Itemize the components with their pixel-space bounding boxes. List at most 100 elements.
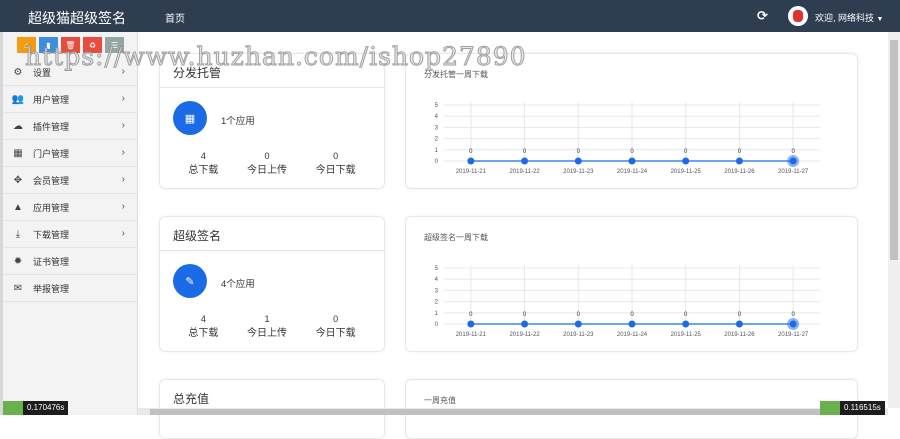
summary-card: 分发托管 ▦ 1个应用 4 总下载 0 今日上传 0 今日下载 [159, 53, 385, 189]
stat-value: 0 [333, 151, 339, 161]
sidebar-item[interactable]: ☁ 插件管理 › [3, 113, 137, 140]
x-tick-label: 2019-11-24 [617, 169, 648, 175]
data-point [628, 157, 636, 165]
x-tick-label: 2019-11-26 [724, 332, 755, 338]
stat: 4 总下载 [188, 314, 218, 339]
line-chart: 0 1 2 3 4 5 2019-11-21 2019-11-22 2019-11-23 2019… [435, 102, 820, 175]
sidebar-item[interactable]: ▦ 门户管理 › [3, 140, 137, 167]
stat-label: 今日下载 [315, 328, 356, 339]
sidebar-item[interactable]: ⤓ 下载管理 › [3, 221, 137, 248]
user-menu[interactable]: 欢迎, 网络科技 ▼ [815, 11, 883, 24]
data-point [467, 320, 475, 328]
vertical-scrollbar-thumb[interactable] [890, 40, 898, 260]
horizontal-scrollbar-thumb[interactable] [150, 409, 865, 415]
x-tick-label: 2019-11-22 [509, 169, 540, 175]
stats-row: 4 总下载 0 今日上传 0 今日下载 [160, 151, 384, 176]
stat-label: 今日上传 [246, 328, 287, 339]
card-title: 超级签名 [160, 217, 384, 251]
caret-down-icon: ▼ [876, 16, 884, 23]
timer-text: 0.170476s [23, 401, 69, 415]
leaf-logo-icon [820, 401, 840, 415]
sidebar-item[interactable]: ⚙ 设置 › [3, 59, 137, 86]
stat-value: 4 [200, 314, 206, 324]
y-tick-label: 5 [435, 103, 439, 109]
y-tick-label: 2 [435, 137, 439, 143]
sidebar-menu: ⚙ 设置 › 👥 用户管理 › ☁ 插件管理 › ▦ 门户管理 › ✥ 会员管理 › ▲ 应用管理 › ⤓ 下载管理 ›… [3, 59, 137, 302]
data-point [789, 157, 797, 165]
timer-badge-right: 0.116515s [820, 401, 885, 415]
stat: 0 今日下载 [316, 314, 356, 339]
chevron-right-icon: › [121, 174, 125, 185]
data-point [467, 157, 475, 165]
data-point [735, 320, 743, 328]
data-point [574, 157, 582, 165]
move-icon: ✥ [13, 174, 23, 186]
quick-home-button[interactable]: ⌂ [17, 37, 36, 53]
chevron-right-icon: › [121, 201, 125, 212]
y-tick-label: 1 [435, 148, 439, 154]
sidebar: ⌂ ▮ 🗑 ♻ ☰ ⚙ 设置 › 👥 用户管理 › ☁ 插件管理 › ▦ 门户管理 › ✥ 会员管理 › ▲ 应用管理 ›… [3, 32, 138, 415]
stat-label: 总下载 [188, 328, 219, 339]
leaf-logo-icon [3, 401, 23, 415]
quick-trash-button[interactable]: 🗑 [61, 37, 80, 53]
stat-value: 1 [264, 314, 270, 324]
app-count: 1个应用 [221, 116, 255, 127]
stat-value: 4 [200, 151, 206, 161]
chart-card: 分发托管一周下载 0 1 2 3 4 5 2019-11-21 2019-11-22 2019-1… [405, 53, 858, 189]
y-tick-label: 3 [435, 288, 439, 294]
data-point [682, 157, 690, 165]
certificate-icon: ✹ [13, 255, 23, 267]
stat: 4 总下载 [188, 151, 218, 176]
nav-home-link[interactable]: 首页 [165, 10, 185, 25]
y-tick-label: 5 [435, 266, 439, 272]
y-tick-label: 1 [435, 311, 439, 317]
pencil-icon: ✎ [173, 264, 207, 298]
x-tick-label: 2019-11-24 [617, 332, 648, 338]
sidebar-item[interactable]: 👥 用户管理 › [3, 86, 137, 113]
sidebar-item-label: 插件管理 [33, 121, 70, 132]
calendar-icon: ▦ [173, 101, 207, 135]
sidebar-item[interactable]: ▲ 应用管理 › [3, 194, 137, 221]
sidebar-item-label: 门户管理 [33, 148, 70, 159]
data-point [735, 157, 743, 165]
chevron-right-icon: › [121, 93, 125, 104]
timer-badge-left: 0.170476s [3, 401, 69, 415]
x-tick-label: 2019-11-27 [778, 332, 809, 338]
sidebar-item-label: 证书管理 [33, 256, 70, 267]
x-tick-label: 2019-11-25 [671, 169, 702, 175]
y-tick-label: 3 [435, 125, 439, 131]
sidebar-item[interactable]: ✹ 证书管理 [3, 248, 137, 275]
top-header: 超级猫超级签名 首页 ⟳ 欢迎, 网络科技 ▼ [0, 0, 900, 32]
quick-recycle-button[interactable]: ♻ [83, 37, 102, 53]
data-point [789, 320, 797, 328]
x-tick-label: 2019-11-27 [778, 169, 809, 175]
sidebar-item-label: 设置 [33, 67, 52, 78]
cogs-icon: ⚙ [13, 66, 23, 78]
quick-list-button[interactable]: ☰ [105, 37, 124, 53]
chart-card: 超级签名一周下载 0 1 2 3 4 5 2019-11-21 2019-11-22 2019-1… [405, 216, 858, 352]
stat-label: 今日下载 [315, 165, 356, 176]
summary-card: 超级签名 ✎ 4个应用 4 总下载 1 今日上传 0 今日下载 [159, 216, 385, 352]
sidebar-item-label: 举报管理 [33, 283, 70, 294]
card-title: 分发托管 [160, 54, 384, 88]
chart-title: 一周充值 [424, 396, 456, 405]
brand-title: 超级猫超级签名 [28, 10, 126, 26]
stat: 0 今日下载 [316, 151, 356, 176]
y-tick-label: 4 [435, 277, 439, 283]
android-icon: ▲ [13, 201, 23, 213]
sidebar-item-label: 会员管理 [33, 175, 70, 186]
quick-buttons: ⌂ ▮ 🗑 ♻ ☰ [17, 37, 124, 53]
download-icon: ⤓ [15, 228, 21, 240]
data-point [682, 320, 690, 328]
cloud-icon: ☁ [13, 120, 23, 132]
refresh-icon[interactable]: ⟳ [757, 8, 768, 24]
sidebar-item[interactable]: ✥ 会员管理 › [3, 167, 137, 194]
avatar[interactable] [788, 6, 808, 26]
sidebar-item[interactable]: ✉ 举报管理 [3, 275, 137, 302]
quick-file-button[interactable]: ▮ [39, 37, 58, 53]
recycle-icon: ♻ [88, 40, 97, 50]
chevron-right-icon: › [121, 66, 125, 77]
chevron-right-icon: › [121, 120, 125, 131]
data-point [574, 320, 582, 328]
x-tick-label: 2019-11-23 [563, 169, 594, 175]
